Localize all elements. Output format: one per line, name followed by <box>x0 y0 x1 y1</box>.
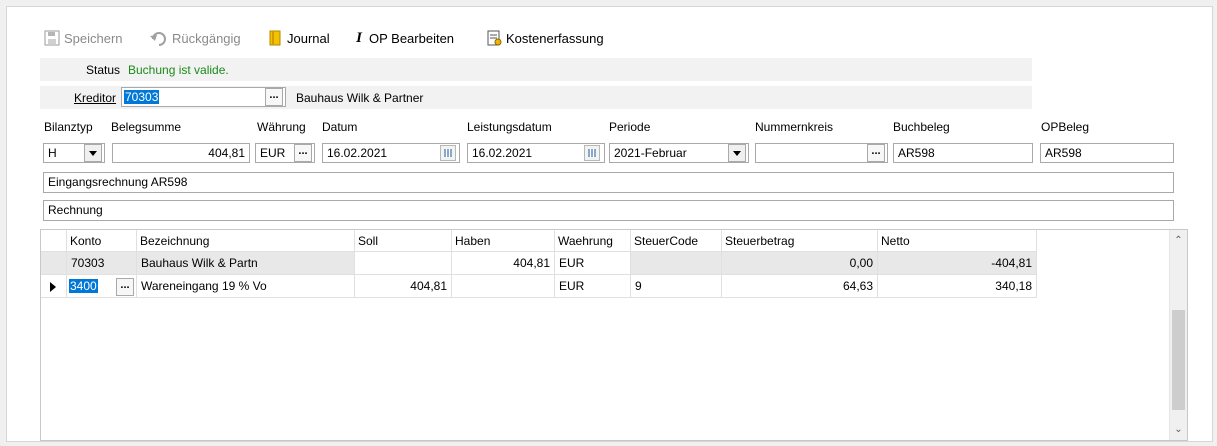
cell-soll[interactable] <box>355 252 452 275</box>
undo-label: Rückgängig <box>172 30 241 46</box>
leistungsdatum-label: Leistungsdatum <box>467 120 552 134</box>
row-indicator[interactable] <box>41 275 67 298</box>
waehrung-value: EUR <box>260 146 286 160</box>
cell-bezeichnung[interactable]: Wareneingang 19 % Vo <box>137 275 355 298</box>
cell-steuercode[interactable]: 9 <box>631 275 722 298</box>
undo-button[interactable]: Rückgängig <box>150 28 241 48</box>
column-header-waehrung[interactable]: Waehrung <box>555 230 631 252</box>
belegart-value: Rechnung <box>48 203 103 217</box>
column-header-soll[interactable]: Soll <box>355 230 452 252</box>
italic-i-icon: I <box>356 29 362 46</box>
cell-netto[interactable]: -404,81 <box>878 252 1037 275</box>
journal-button[interactable]: Journal <box>267 28 330 48</box>
bilanztyp-label: Bilanztyp <box>44 120 93 134</box>
cost-entry-button[interactable]: Kostenerfassung <box>486 28 604 48</box>
journal-label: Journal <box>287 30 330 46</box>
scroll-down-icon[interactable]: ⌄ <box>1170 421 1187 438</box>
cell-steuercode[interactable] <box>631 252 722 275</box>
column-header-steuercode[interactable]: SteuerCode <box>631 230 722 252</box>
op-edit-button[interactable]: I OP Bearbeiten <box>353 28 454 48</box>
booking-lines-grid: Konto Bezeichnung Soll Haben Waehrung St… <box>40 229 1188 441</box>
nummernkreis-lookup-button[interactable]: ... <box>867 144 885 162</box>
belegart-input[interactable]: Rechnung <box>43 200 1174 221</box>
buchbeleg-label: Buchbeleg <box>893 120 950 134</box>
waehrung-label: Währung <box>257 120 306 134</box>
datum-value: 16.02.2021 <box>327 146 388 160</box>
buchungstext-value: Eingangsrechnung AR598 <box>48 175 188 189</box>
column-header-konto[interactable]: Konto <box>67 230 137 252</box>
leistungsdatum-calendar-icon[interactable] <box>584 145 600 161</box>
cell-steuerbetrag[interactable]: 0,00 <box>722 252 878 275</box>
current-row-arrow-icon <box>50 282 56 292</box>
belegsumme-input[interactable]: 404,81 <box>112 143 250 163</box>
floppy-disk-icon <box>44 30 60 46</box>
kreditor-label-text: Kreditor <box>74 91 117 105</box>
buchbeleg-value: AR598 <box>898 146 935 160</box>
kreditor-label: Kreditor <box>74 91 116 105</box>
cell-haben[interactable] <box>452 275 555 298</box>
cell-waehrung[interactable]: EUR <box>555 275 631 298</box>
status-label: Status <box>86 63 121 77</box>
scroll-up-icon[interactable]: ⌃ <box>1170 232 1187 249</box>
column-header-haben[interactable]: Haben <box>452 230 555 252</box>
column-header-steuerbetrag[interactable]: Steuerbetrag <box>722 230 878 252</box>
cell-steuerbetrag[interactable]: 64,63 <box>722 275 878 298</box>
scrollbar-thumb[interactable] <box>1172 310 1185 410</box>
cell-haben[interactable]: 404,81 <box>452 252 555 275</box>
leistungsdatum-value: 16.02.2021 <box>472 146 533 160</box>
konto-value: 3400 <box>69 279 98 293</box>
vertical-scrollbar[interactable]: ⌃ ⌄ <box>1169 230 1187 440</box>
buchbeleg-input[interactable]: AR598 <box>893 143 1033 163</box>
waehrung-lookup-button[interactable]: ... <box>294 144 312 162</box>
kreditor-value: 70303 <box>124 90 160 104</box>
periode-dropdown-icon[interactable] <box>728 144 746 162</box>
kreditor-lookup-button[interactable]: ... <box>265 88 283 106</box>
cell-bezeichnung[interactable]: Bauhaus Wilk & Partn <box>137 252 355 275</box>
belegsumme-label: Belegsumme <box>111 120 182 134</box>
op-edit-label: OP Bearbeiten <box>369 30 455 46</box>
datum-label: Datum <box>322 120 358 134</box>
cell-netto[interactable]: 340,18 <box>878 275 1037 298</box>
datum-calendar-icon[interactable] <box>440 145 456 161</box>
column-header-bezeichnung[interactable]: Bezeichnung <box>137 230 355 252</box>
periode-value: 2021-Februar <box>614 146 687 160</box>
opbeleg-input[interactable]: AR598 <box>1040 143 1174 163</box>
cell-soll[interactable]: 404,81 <box>355 275 452 298</box>
buchungstext-input[interactable]: Eingangsrechnung AR598 <box>43 172 1174 193</box>
cost-entry-label: Kostenerfassung <box>506 30 604 46</box>
row-indicator[interactable] <box>41 252 67 275</box>
cell-konto[interactable]: 70303 <box>67 252 137 275</box>
belegsumme-value: 404,81 <box>208 146 245 160</box>
cost-sheet-icon <box>486 30 502 46</box>
save-button[interactable]: Speichern <box>44 28 123 48</box>
nummernkreis-label: Nummernkreis <box>755 120 834 134</box>
kreditor-input[interactable]: 70303 <box>121 87 286 107</box>
undo-icon <box>150 30 168 46</box>
column-header-netto[interactable]: Netto <box>878 230 1037 252</box>
save-label: Speichern <box>64 30 123 46</box>
konto-lookup-button[interactable]: ... <box>116 278 134 296</box>
row-indicator-header <box>41 230 67 252</box>
cell-waehrung[interactable]: EUR <box>555 252 631 275</box>
journal-book-icon <box>267 30 283 46</box>
periode-label: Periode <box>609 120 651 134</box>
bilanztyp-value: H <box>48 146 57 160</box>
opbeleg-value: AR598 <box>1045 146 1082 160</box>
opbeleg-label: OPBeleg <box>1041 120 1090 134</box>
bilanztyp-dropdown-icon[interactable] <box>84 144 102 162</box>
kreditor-name: Bauhaus Wilk & Partner <box>296 91 424 105</box>
status-value: Buchung ist valide. <box>128 63 229 77</box>
